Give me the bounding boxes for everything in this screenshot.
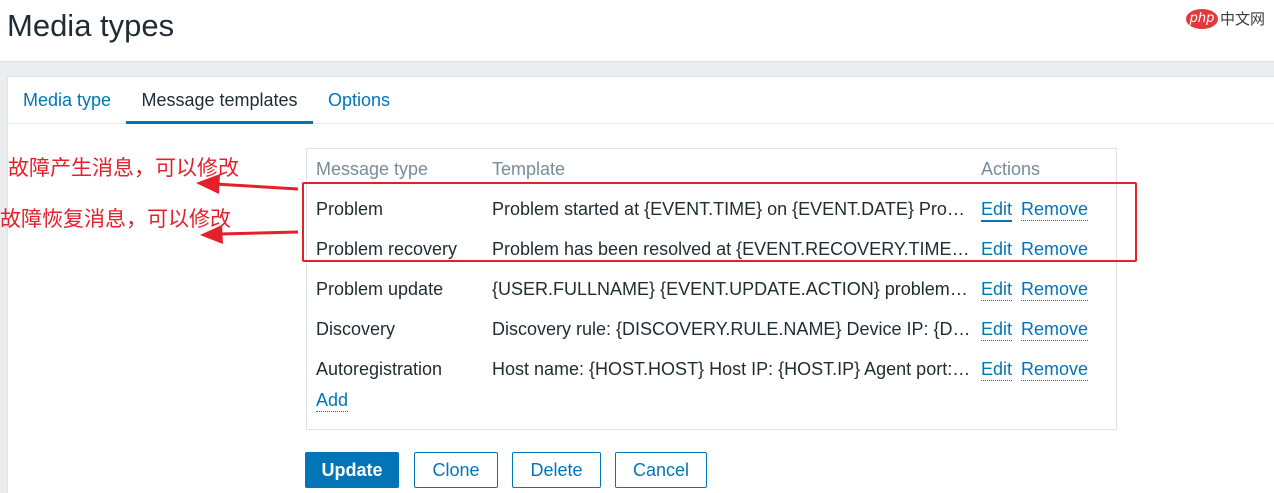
arrow-problem-icon: [196, 174, 299, 194]
arrow-recovery-icon: [200, 225, 299, 244]
annotation-arrows: [196, 174, 299, 244]
